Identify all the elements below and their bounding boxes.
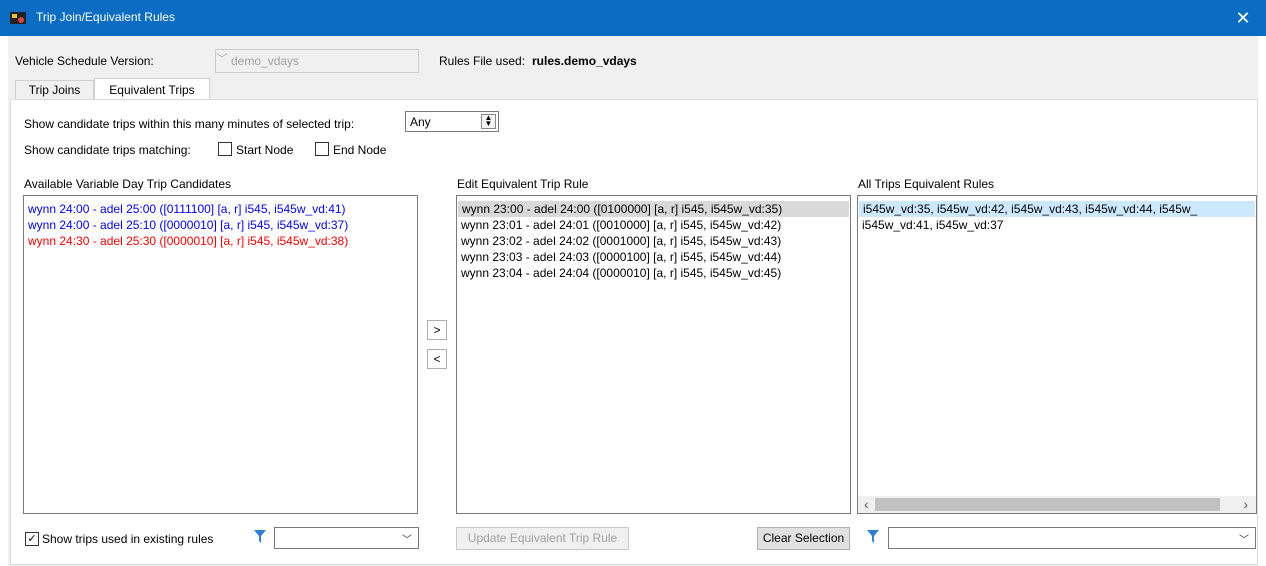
rules-file-value: rules.demo_vdays: [532, 54, 637, 68]
filter-icon: [254, 530, 266, 543]
spinner-arrows-icon[interactable]: ▲ ▼: [481, 114, 496, 129]
end-node-checkbox[interactable]: [315, 142, 329, 156]
add-to-rule-button[interactable]: >: [427, 320, 447, 340]
scroll-left-icon[interactable]: ‹: [864, 496, 869, 512]
window-title: Trip Join/Equivalent Rules: [36, 10, 175, 24]
tab-trip-joins[interactable]: Trip Joins: [15, 80, 94, 100]
list-item-selected[interactable]: wynn 23:00 - adel 24:00 ([0100000] [a, r…: [458, 201, 849, 217]
available-trips-list[interactable]: wynn 24:00 - adel 25:00 ([0111100] [a, r…: [23, 195, 418, 514]
list-item[interactable]: wynn 23:01 - adel 24:01 ([0010000] [a, r…: [457, 217, 850, 233]
filter-icon: [867, 530, 879, 543]
rules-file-label: Rules File used:: [439, 54, 526, 68]
list-item[interactable]: wynn 24:30 - adel 25:30 ([0000010] [a, r…: [24, 233, 417, 249]
chevron-down-icon: ﹀: [1239, 535, 1249, 546]
list-item[interactable]: i545w_vd:41, i545w_vd:37: [858, 217, 1256, 233]
list-item[interactable]: wynn 23:04 - adel 24:04 ([0000010] [a, r…: [457, 265, 850, 281]
chevron-down-icon: ﹀: [402, 535, 412, 546]
start-node-checkbox[interactable]: [218, 142, 232, 156]
edit-title: Edit Equivalent Trip Rule: [457, 177, 589, 191]
horizontal-scrollbar[interactable]: ‹ ›: [858, 496, 1256, 513]
chevron-left-icon: <: [433, 352, 441, 366]
tab-equivalent-trips[interactable]: Equivalent Trips: [94, 78, 210, 101]
show-used-checkbox[interactable]: ✓: [25, 532, 39, 546]
edit-rule-list[interactable]: wynn 23:00 - adel 24:00 ([0100000] [a, r…: [456, 195, 851, 514]
start-node-label: Start Node: [236, 143, 294, 157]
chevron-right-icon: >: [433, 323, 441, 337]
all-rules-title: All Trips Equivalent Rules: [858, 177, 995, 191]
list-item[interactable]: wynn 24:00 - adel 25:00 ([0111100] [a, r…: [24, 201, 417, 217]
available-title: Available Variable Day Trip Candidates: [24, 177, 232, 191]
title-bar: Trip Join/Equivalent Rules ✕: [0, 0, 1266, 36]
version-label: Vehicle Schedule Version:: [15, 54, 154, 68]
list-item[interactable]: wynn 23:03 - adel 24:03 ([0000100] [a, r…: [457, 249, 850, 265]
chevron-down-icon: ﹀: [216, 52, 229, 66]
remove-from-rule-button[interactable]: <: [427, 349, 447, 369]
minutes-label: Show candidate trips within this many mi…: [24, 117, 355, 131]
clear-selection-button[interactable]: Clear Selection: [757, 527, 850, 550]
app-icon: [10, 12, 26, 24]
end-node-label: End Node: [333, 143, 387, 157]
list-item[interactable]: wynn 24:00 - adel 25:10 ([0000010] [a, r…: [24, 217, 417, 233]
version-value: demo_vdays: [231, 54, 300, 68]
available-filter-select[interactable]: ﹀: [274, 527, 419, 549]
close-button[interactable]: ✕: [1220, 0, 1266, 36]
version-select[interactable]: demo_vdays ﹀: [215, 49, 419, 73]
all-rules-filter-select[interactable]: ﹀: [888, 527, 1256, 549]
minutes-value: Any: [410, 115, 431, 129]
scrollbar-thumb[interactable]: [875, 498, 1220, 511]
scroll-right-icon[interactable]: ›: [1243, 496, 1248, 512]
matching-label: Show candidate trips matching:: [24, 143, 191, 157]
minutes-spinner[interactable]: Any ▲ ▼: [405, 111, 499, 132]
update-rule-button[interactable]: Update Equivalent Trip Rule: [456, 527, 629, 550]
show-used-label: Show trips used in existing rules: [42, 532, 214, 546]
close-icon: ✕: [1235, 8, 1251, 28]
all-rules-list[interactable]: i545w_vd:35, i545w_vd:42, i545w_vd:43, i…: [857, 195, 1257, 514]
list-item[interactable]: wynn 23:02 - adel 24:02 ([0001000] [a, r…: [457, 233, 850, 249]
list-item-selected[interactable]: i545w_vd:35, i545w_vd:42, i545w_vd:43, i…: [859, 201, 1255, 217]
